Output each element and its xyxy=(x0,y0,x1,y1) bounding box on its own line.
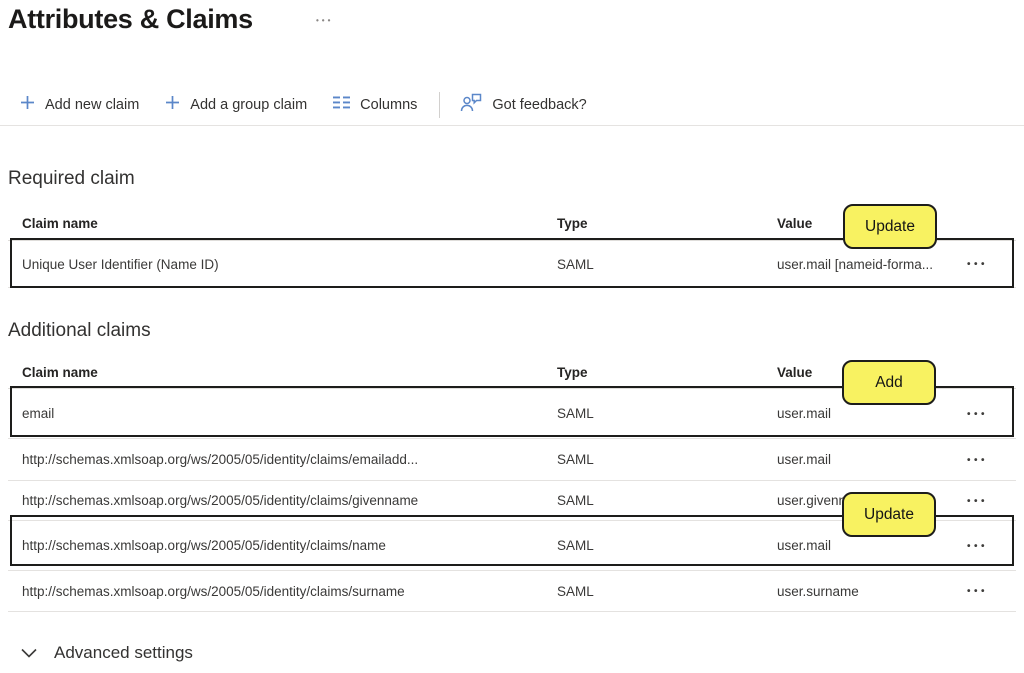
column-header-claim-name[interactable]: Claim name xyxy=(8,216,557,231)
title-more-icon[interactable]: ••• xyxy=(316,16,333,25)
table-row-surname[interactable]: http://schemas.xmlsoap.org/ws/2005/05/id… xyxy=(8,571,1016,612)
add-group-claim-button[interactable]: Add a group claim xyxy=(165,95,307,114)
command-bar: Add new claim Add a group claim Columns xyxy=(0,84,1024,126)
advanced-settings-label: Advanced settings xyxy=(54,643,193,663)
attributes-claims-page: Attributes & Claims ••• Add new claim Ad… xyxy=(0,0,1024,673)
table-row-emailaddress[interactable]: http://schemas.xmlsoap.org/ws/2005/05/id… xyxy=(8,439,1016,481)
toolbar-divider xyxy=(439,92,440,118)
row-menu-button[interactable]: ••• xyxy=(967,454,1016,466)
advanced-settings-expander[interactable]: Advanced settings xyxy=(21,643,193,663)
ellipsis-icon: ••• xyxy=(967,455,988,466)
row-menu-button[interactable]: ••• xyxy=(967,495,1016,507)
claim-value-cell: user.mail xyxy=(777,538,967,553)
claim-name-cell[interactable]: http://schemas.xmlsoap.org/ws/2005/05/id… xyxy=(8,493,557,508)
claim-name-cell[interactable]: http://schemas.xmlsoap.org/ws/2005/05/id… xyxy=(8,538,557,553)
columns-label: Columns xyxy=(360,97,417,113)
ellipsis-icon: ••• xyxy=(967,409,988,420)
claim-name-cell[interactable]: Unique User Identifier (Name ID) xyxy=(8,257,557,272)
claim-type-cell: SAML xyxy=(557,406,777,421)
got-feedback-button[interactable]: Got feedback? xyxy=(460,93,586,116)
claim-value-cell: user.surname xyxy=(777,584,967,599)
table-row-nameid[interactable]: Unique User Identifier (Name ID) SAML us… xyxy=(8,241,1016,288)
row-menu-button[interactable]: ••• xyxy=(967,540,1016,552)
additional-claims-table: Claim name Type Value email SAML user.ma… xyxy=(8,356,1016,612)
claim-value-cell: user.mail [nameid-forma... xyxy=(777,257,967,272)
claim-name-cell[interactable]: email xyxy=(8,406,557,421)
claim-value-cell: user.mail xyxy=(777,452,967,467)
ellipsis-icon: ••• xyxy=(967,259,988,270)
required-claims-table: Claim name Type Value Unique User Identi… xyxy=(8,206,1016,288)
row-menu-button[interactable]: ••• xyxy=(967,408,1016,420)
claim-type-cell: SAML xyxy=(557,452,777,467)
page-title: Attributes & Claims xyxy=(8,4,253,35)
column-header-type[interactable]: Type xyxy=(557,365,777,380)
add-new-claim-button[interactable]: Add new claim xyxy=(20,95,139,114)
column-header-claim-name[interactable]: Claim name xyxy=(8,365,557,380)
table-header-row: Claim name Type Value xyxy=(8,206,1016,241)
additional-claims-heading: Additional claims xyxy=(8,320,151,342)
add-group-claim-label: Add a group claim xyxy=(190,97,307,113)
add-new-claim-label: Add new claim xyxy=(45,97,139,113)
table-row-name[interactable]: http://schemas.xmlsoap.org/ws/2005/05/id… xyxy=(8,521,1016,571)
column-header-value[interactable]: Value xyxy=(777,216,967,231)
table-row-email[interactable]: email SAML user.mail ••• xyxy=(8,389,1016,439)
columns-button[interactable]: Columns xyxy=(333,96,417,113)
claim-type-cell: SAML xyxy=(557,538,777,553)
ellipsis-icon: ••• xyxy=(967,496,988,507)
claim-name-cell[interactable]: http://schemas.xmlsoap.org/ws/2005/05/id… xyxy=(8,452,557,467)
feedback-person-icon xyxy=(460,93,482,116)
ellipsis-icon: ••• xyxy=(967,541,988,552)
claim-type-cell: SAML xyxy=(557,584,777,599)
got-feedback-label: Got feedback? xyxy=(492,97,586,113)
claim-type-cell: SAML xyxy=(557,257,777,272)
table-header-row: Claim name Type Value xyxy=(8,356,1016,389)
claim-value-cell: user.givenname xyxy=(777,493,967,508)
plus-icon xyxy=(165,95,180,114)
column-header-value[interactable]: Value xyxy=(777,365,967,380)
table-row-givenname[interactable]: http://schemas.xmlsoap.org/ws/2005/05/id… xyxy=(8,481,1016,521)
required-claim-heading: Required claim xyxy=(8,168,135,190)
claim-type-cell: SAML xyxy=(557,493,777,508)
row-menu-button[interactable]: ••• xyxy=(967,585,1016,597)
chevron-down-icon xyxy=(21,643,37,663)
claim-name-cell[interactable]: http://schemas.xmlsoap.org/ws/2005/05/id… xyxy=(8,584,557,599)
plus-icon xyxy=(20,95,35,114)
row-menu-button[interactable]: ••• xyxy=(967,258,1016,270)
column-header-type[interactable]: Type xyxy=(557,216,777,231)
ellipsis-icon: ••• xyxy=(967,586,988,597)
claim-value-cell: user.mail xyxy=(777,406,967,421)
columns-icon xyxy=(333,96,350,113)
